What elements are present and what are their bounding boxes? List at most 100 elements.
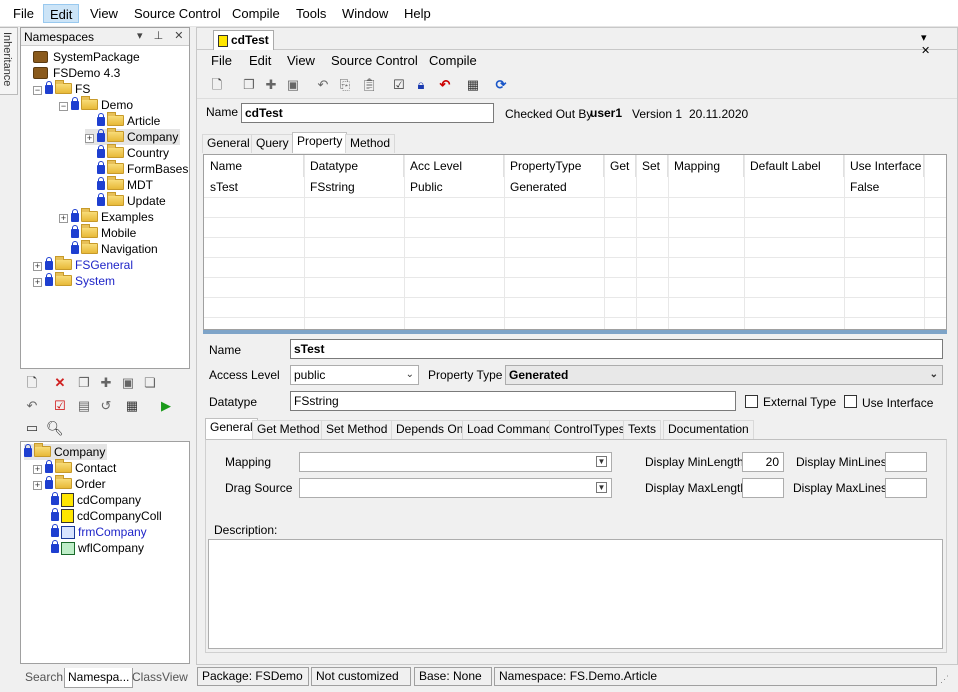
- calendar-icon[interactable]: ▦: [465, 77, 481, 93]
- calendar-icon[interactable]: ▦: [124, 398, 140, 414]
- collapse-icon[interactable]: −: [33, 86, 42, 95]
- copy-icon[interactable]: ❐: [76, 375, 92, 391]
- expand-icon[interactable]: +: [33, 481, 42, 490]
- menu-view[interactable]: View: [84, 4, 124, 23]
- column-header[interactable]: Datatype: [304, 155, 404, 177]
- property-type-select[interactable]: Generated ⌄: [505, 365, 943, 385]
- lock-icon[interactable]: 🔒︎: [413, 77, 429, 93]
- search-icon[interactable]: 🔍︎: [46, 420, 64, 436]
- use-interface-checkbox[interactable]: [844, 395, 857, 408]
- expand-icon[interactable]: +: [33, 465, 42, 474]
- save-icon[interactable]: ▣: [120, 375, 136, 391]
- save-icon[interactable]: ▣: [285, 77, 301, 93]
- document-tab-controls-icon[interactable]: ▾ ✕: [921, 31, 957, 57]
- tree-item[interactable]: Update: [97, 192, 166, 209]
- external-type-checkbox[interactable]: [745, 395, 758, 408]
- tab-namespaces[interactable]: Namespa...: [64, 668, 134, 688]
- component-icon[interactable]: ✚: [98, 375, 114, 391]
- tab-general[interactable]: General: [202, 134, 255, 153]
- new-icon[interactable]: 🗋: [209, 77, 225, 93]
- tree-item[interactable]: Navigation: [71, 240, 158, 257]
- menu-window[interactable]: Window: [336, 4, 394, 23]
- tab-classview[interactable]: ClassView: [129, 668, 191, 688]
- menu-file[interactable]: File: [7, 4, 40, 23]
- tree-item[interactable]: SystemPackage: [33, 49, 140, 65]
- expand-icon[interactable]: +: [85, 134, 94, 143]
- column-header[interactable]: Default Label: [744, 155, 844, 177]
- undo-icon[interactable]: ↶: [24, 398, 40, 414]
- column-header[interactable]: Use Interface: [844, 155, 924, 177]
- tree-item[interactable]: − FS: [33, 80, 90, 97]
- tab-load-command[interactable]: Load Command: [462, 420, 558, 439]
- doc-menu-file[interactable]: File: [211, 53, 232, 68]
- undo-icon[interactable]: ↶: [315, 77, 331, 93]
- max-lines-field[interactable]: [885, 478, 927, 498]
- tree-item[interactable]: + Order: [33, 475, 106, 492]
- doc-menu-source-control[interactable]: Source Control: [331, 53, 418, 68]
- tab-query[interactable]: Query: [251, 134, 294, 153]
- tree-item[interactable]: MDT: [97, 176, 153, 193]
- access-level-select[interactable]: public ⌄: [290, 365, 419, 385]
- tree-item-selected[interactable]: Company: [24, 443, 108, 460]
- expand-icon[interactable]: +: [33, 278, 42, 287]
- save-all-icon[interactable]: ❏: [142, 375, 158, 391]
- expand-icon[interactable]: +: [33, 262, 42, 271]
- tree-item[interactable]: frmCompany: [51, 524, 147, 540]
- column-header[interactable]: Mapping: [668, 155, 744, 177]
- tree-item[interactable]: + FSGeneral: [33, 256, 133, 273]
- panel-pin-close-icon[interactable]: ▾ ⊥ ✕: [137, 29, 187, 42]
- tree-item[interactable]: FSDemo 4.3: [33, 65, 120, 81]
- menu-compile[interactable]: Compile: [226, 4, 286, 23]
- tree-item[interactable]: + System: [33, 272, 115, 289]
- tree-item[interactable]: Article: [97, 112, 160, 129]
- min-lines-field[interactable]: [885, 452, 927, 472]
- tree-item-selected[interactable]: + Company: [85, 128, 181, 145]
- column-header[interactable]: Name: [204, 155, 304, 177]
- tab-method[interactable]: Method: [345, 134, 396, 153]
- column-header[interactable]: Acc Level: [404, 155, 504, 177]
- checkout-icon[interactable]: ☑: [52, 398, 68, 414]
- property-name-field[interactable]: sTest: [290, 339, 943, 359]
- tree-item[interactable]: Country: [97, 144, 169, 161]
- doc-menu-edit[interactable]: Edit: [249, 53, 271, 68]
- tree-item[interactable]: FormBases: [97, 160, 188, 177]
- description-textarea[interactable]: [208, 539, 943, 649]
- tab-property[interactable]: Property: [292, 132, 348, 153]
- menu-tools[interactable]: Tools: [290, 4, 332, 23]
- component-icon[interactable]: ✚: [263, 77, 279, 93]
- copy-icon[interactable]: ❐: [241, 77, 257, 93]
- new-icon[interactable]: 🗋: [24, 375, 40, 391]
- delete-icon[interactable]: ✕: [52, 375, 68, 391]
- class-name-field[interactable]: cdTest: [241, 103, 494, 123]
- menu-edit[interactable]: Edit: [43, 4, 80, 23]
- tab-depends-on[interactable]: Depends On: [391, 420, 469, 439]
- tab-search[interactable]: Search: [22, 668, 66, 688]
- run-icon[interactable]: ▶: [158, 398, 174, 414]
- splitter[interactable]: [203, 330, 947, 334]
- mapping-select[interactable]: ▼: [299, 452, 612, 472]
- inheritance-side-tab[interactable]: Inheritance: [0, 27, 18, 95]
- column-header[interactable]: Get: [604, 155, 636, 177]
- copy2-icon[interactable]: ⎘: [337, 77, 353, 93]
- table-row[interactable]: sTest FSstring Public Generated False: [204, 177, 946, 197]
- menu-source-control[interactable]: Source Control: [128, 4, 227, 23]
- max-length-field[interactable]: [742, 478, 784, 498]
- overview-icon[interactable]: ▭: [24, 420, 40, 436]
- column-header[interactable]: PropertyType: [504, 155, 604, 177]
- revert-icon[interactable]: ↶: [437, 77, 453, 93]
- doc-menu-view[interactable]: View: [287, 53, 315, 68]
- lock-toggle-icon[interactable]: ▤: [76, 398, 92, 414]
- collapse-icon[interactable]: −: [59, 102, 68, 111]
- checkin-icon[interactable]: ☑: [391, 77, 407, 93]
- drag-source-select[interactable]: ▼: [299, 478, 612, 498]
- tree-item[interactable]: cdCompanyColl: [51, 508, 162, 524]
- tree-item[interactable]: Mobile: [71, 224, 136, 241]
- tab-texts[interactable]: Texts: [623, 420, 662, 439]
- tree-item[interactable]: cdCompany: [51, 492, 141, 508]
- paste-icon[interactable]: 📋︎: [361, 77, 378, 93]
- tab-set-method[interactable]: Set Method: [321, 420, 393, 439]
- refresh-icon[interactable]: ⟳: [493, 77, 509, 93]
- tree-item[interactable]: + Contact: [33, 459, 116, 476]
- doc-menu-compile[interactable]: Compile: [429, 53, 477, 68]
- tab-get-method[interactable]: Get Method: [252, 420, 325, 439]
